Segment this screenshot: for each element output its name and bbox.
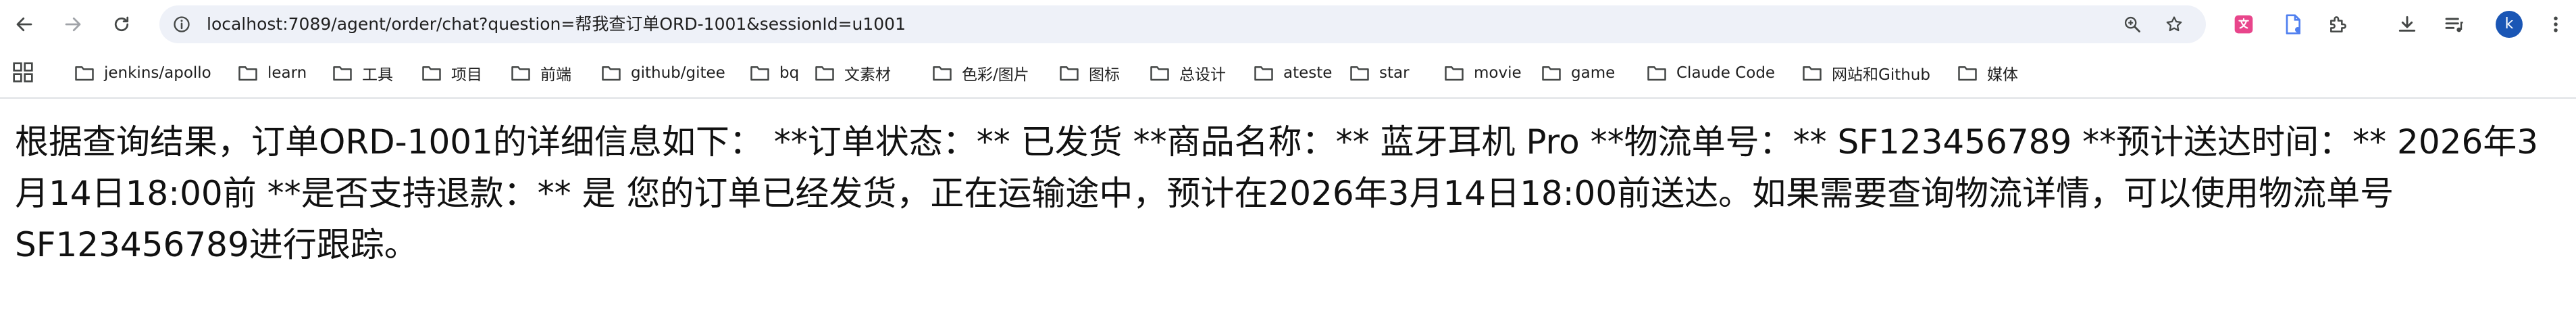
bookmark-label: ateste [1283, 64, 1333, 82]
bookmark-item[interactable]: 总设计 [1150, 49, 1226, 97]
folder-icon [602, 66, 621, 81]
bookmark-item[interactable]: 色彩/图片 [932, 49, 1029, 97]
url-text[interactable]: localhost:7089/agent/order/chat?question… [207, 5, 906, 43]
bookmark-item[interactable]: 媒体 [1957, 49, 2018, 97]
folder-icon [1060, 66, 1079, 81]
address-bar[interactable]: localhost:7089/agent/order/chat?question… [159, 5, 2206, 43]
bookmark-label: 网站和Github [1832, 66, 1930, 84]
bookmark-item[interactable]: jenkins/apollo [74, 49, 211, 97]
star-icon[interactable] [2163, 13, 2186, 36]
folder-icon [1647, 66, 1666, 81]
folder-icon [333, 66, 352, 81]
avatar[interactable]: k [2496, 11, 2523, 38]
folder-icon [933, 66, 952, 81]
folder-icon [1542, 66, 1561, 81]
bookmark-item[interactable]: github/gitee [601, 49, 725, 97]
bookmark-item[interactable]: 网站和Github [1802, 49, 1930, 97]
bookmark-item[interactable]: 前端 [511, 49, 571, 97]
puzzle-icon[interactable] [2325, 11, 2352, 38]
folder-icon [815, 66, 834, 81]
bookmarks-bar: jenkins/apollo learn 工具 项目 前端 github/gitee bq 文… [0, 49, 2576, 99]
arrow-left-icon [16, 17, 32, 32]
browser-toolbar: localhost:7089/agent/order/chat?question… [0, 0, 2576, 49]
media-queue-icon[interactable] [2441, 11, 2468, 38]
folder-icon [1350, 66, 1369, 81]
translate-extension-icon[interactable] [2230, 11, 2257, 38]
bookmark-label: 工具 [362, 66, 393, 84]
forward-button[interactable] [58, 9, 88, 39]
bookmark-item[interactable]: ateste [1254, 49, 1332, 97]
folder-icon [511, 66, 530, 81]
bookmark-label: learn [267, 64, 307, 82]
bookmark-label: 总设计 [1179, 66, 1226, 84]
arrow-right-icon [65, 17, 81, 32]
back-button[interactable] [9, 9, 39, 39]
zoom-icon[interactable] [2121, 13, 2144, 36]
folder-icon [1150, 66, 1169, 81]
folder-icon [75, 66, 94, 81]
site-info-icon[interactable] [170, 13, 193, 36]
bookmark-label: 前端 [540, 66, 571, 84]
bookmark-label: star [1379, 64, 1410, 82]
bookmark-item[interactable]: 工具 [332, 49, 393, 97]
reload-icon [114, 16, 129, 32]
bookmark-label: jenkins/apollo [104, 64, 211, 82]
bookmark-label: github/gitee [631, 64, 725, 82]
bookmark-item[interactable]: 文素材 [815, 49, 891, 97]
folder-icon [422, 66, 441, 81]
bookmark-item[interactable]: 图标 [1059, 49, 1120, 97]
bookmark-item[interactable]: Claude Code [1647, 49, 1775, 97]
bookmark-label: 色彩/图片 [962, 66, 1029, 84]
bookmark-label: 项目 [451, 66, 482, 84]
bookmark-item[interactable]: movie [1444, 49, 1522, 97]
chat-response-text: 根据查询结果，订单ORD-1001的详细信息如下： **订单状态：** 已发货 … [15, 122, 2539, 264]
folder-icon [1254, 66, 1273, 81]
bookmark-item[interactable]: bq [750, 49, 799, 97]
bookmark-label: 媒体 [1987, 66, 2018, 84]
folder-icon [1445, 66, 1464, 81]
apps-grid-icon[interactable] [12, 62, 34, 83]
bookmark-label: game [1571, 64, 1616, 82]
kebab-menu-icon[interactable] [2548, 11, 2564, 38]
bookmark-item[interactable]: star [1349, 49, 1410, 97]
download-icon[interactable] [2394, 11, 2421, 38]
bookmark-label: 图标 [1089, 66, 1120, 84]
bookmark-item[interactable]: game [1541, 49, 1615, 97]
bookmark-label: bq [779, 64, 800, 82]
bookmark-label: Claude Code [1676, 64, 1776, 82]
bookmark-label: 文素材 [844, 66, 891, 84]
bookmark-item[interactable]: 项目 [421, 49, 482, 97]
folder-icon [1958, 66, 1977, 81]
folder-icon [750, 66, 769, 81]
bookmark-label: movie [1474, 64, 1522, 82]
folder-icon [238, 66, 257, 81]
bookmark-item[interactable]: learn [238, 49, 307, 97]
google-docs-extension-icon[interactable] [2279, 11, 2306, 38]
reload-button[interactable] [107, 9, 136, 39]
folder-icon [1803, 66, 1822, 81]
